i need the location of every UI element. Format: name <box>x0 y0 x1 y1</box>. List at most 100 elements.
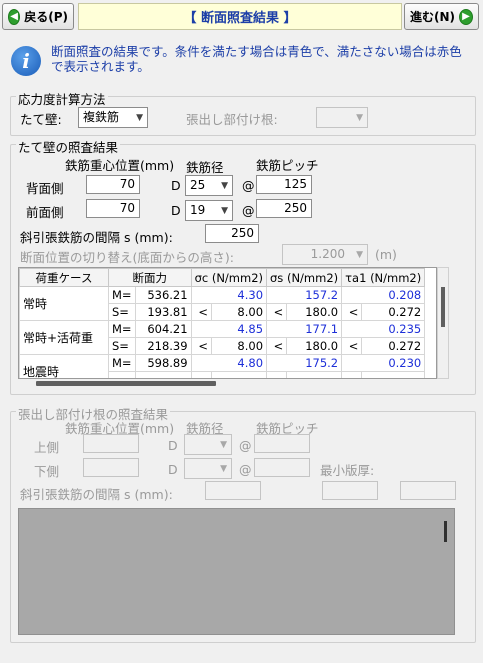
back-button[interactable]: ◀ 戻る(P) <box>2 3 74 30</box>
lower-at-sign: @ <box>239 462 252 477</box>
cantilever-stirrup-field[interactable] <box>205 481 261 500</box>
table-row[interactable]: 地震時 M= 598.89 4.80 175.2 0.230 <box>19 354 426 378</box>
sigma-c-compare-symbol: < <box>190 337 212 355</box>
page-title: 【 断面照査結果 】 <box>78 3 402 30</box>
tau-allowable-value: 0.272 <box>361 337 426 355</box>
moment-label: M= <box>108 286 136 304</box>
cantilever-method-select[interactable]: ▼ <box>316 107 368 128</box>
chevron-down-icon: ▼ <box>220 440 227 450</box>
sigma-c-compare-symbol <box>190 371 212 378</box>
moment-label: M= <box>108 320 136 338</box>
cantilever-table-scroll-thumb[interactable] <box>444 521 447 542</box>
stirrup-spacing-label: 斜引張鉄筋の間隔 s (mm): <box>20 230 173 245</box>
header-tau-a1: τa1 (N/mm2) <box>341 268 426 287</box>
min-thickness-extra-field[interactable] <box>400 481 456 500</box>
table-row[interactable]: 常時 M= 536.21 4.30 157.2 0.208 <box>19 286 426 321</box>
chevron-down-icon: ▼ <box>136 113 143 123</box>
section-height-value: 1.200 <box>310 247 345 261</box>
back-pitch-field[interactable]: 125 <box>256 175 312 194</box>
table-horizontal-scroll-thumb[interactable] <box>36 381 216 386</box>
cantilever-stirrup-label: 斜引張鉄筋の間隔 s (mm): <box>20 487 173 502</box>
chevron-down-icon: ▼ <box>221 206 228 216</box>
back-diameter-value: 25 <box>190 178 206 192</box>
col-diameter-header: 鉄筋径 <box>186 160 224 175</box>
back-d-prefix: D <box>171 178 181 193</box>
sigma-c-moment-value: 4.85 <box>190 320 268 338</box>
shear-label <box>108 371 136 378</box>
cantilever-results-table[interactable] <box>18 508 455 635</box>
section-height-unit: (m) <box>375 247 397 262</box>
table-row[interactable]: 常時+活荷重 M= 604.21 4.85 177.1 0.235 <box>19 320 426 355</box>
table-vertical-scroll-thumb[interactable] <box>441 287 445 327</box>
moment-value: 604.21 <box>134 320 192 338</box>
upper-position-field[interactable] <box>83 434 139 453</box>
min-thickness-label: 最小版厚: <box>320 463 375 478</box>
sigma-c-moment-value: 4.80 <box>190 354 268 372</box>
chevron-down-icon: ▼ <box>221 181 228 191</box>
sigma-s-allowable-value <box>286 371 343 378</box>
sigma-c-allowable-value: 8.00 <box>210 303 268 321</box>
tau-allowable-value <box>361 371 426 378</box>
load-case-cell: 地震時 <box>19 354 109 378</box>
sigma-c-moment-value: 4.30 <box>190 286 268 304</box>
shear-label: S= <box>108 337 136 355</box>
upper-d-prefix: D <box>168 438 178 453</box>
section-height-select[interactable]: 1.200 ▼ <box>282 244 368 265</box>
front-diameter-value: 19 <box>190 203 206 217</box>
back-diameter-select[interactable]: 25 ▼ <box>185 175 233 196</box>
tau-moment-value: 0.208 <box>341 286 426 304</box>
lower-d-prefix: D <box>168 462 178 477</box>
front-pitch-field[interactable]: 250 <box>256 199 312 218</box>
col-pitch-header: 鉄筋ピッチ <box>256 158 319 173</box>
moment-value: 598.89 <box>134 354 192 372</box>
tau-compare-symbol: < <box>341 337 363 355</box>
sigma-s-allowable-value: 180.0 <box>286 303 343 321</box>
table-header-row: 荷重ケース 断面力 σc (N/mm2) σs (N/mm2) τa1 (N/m… <box>19 268 426 287</box>
sigma-c-allowable-value: 8.00 <box>210 337 268 355</box>
stirrup-spacing-field[interactable]: 250 <box>205 224 259 243</box>
shear-value: 218.39 <box>134 337 192 355</box>
next-button[interactable]: 進む(N) ▶ <box>404 3 479 30</box>
sigma-s-allowable-value: 180.0 <box>286 337 343 355</box>
tau-allowable-value: 0.272 <box>361 303 426 321</box>
wall-method-select[interactable]: 複鉄筋 ▼ <box>78 107 148 128</box>
front-position-field[interactable]: 70 <box>86 199 140 218</box>
results-table[interactable]: 荷重ケース 断面力 σc (N/mm2) σs (N/mm2) τa1 (N/m… <box>18 267 437 379</box>
back-button-label: 戻る(P) <box>24 10 68 24</box>
back-side-label: 背面側 <box>26 181 64 196</box>
sigma-s-compare-symbol <box>266 371 288 378</box>
cantilever-method-label: 張出し部付け根: <box>186 112 278 127</box>
chevron-down-icon: ▼ <box>220 464 227 474</box>
sigma-s-moment-value: 175.2 <box>266 354 343 372</box>
header-sigma-c: σc (N/mm2) <box>190 268 268 287</box>
header-sigma-s: σs (N/mm2) <box>266 268 343 287</box>
lower-pitch-field[interactable] <box>254 458 310 477</box>
min-thickness-field[interactable] <box>322 481 378 500</box>
back-position-field[interactable]: 70 <box>86 175 140 194</box>
front-diameter-select[interactable]: 19 ▼ <box>185 200 233 221</box>
sigma-s-compare-symbol: < <box>266 303 288 321</box>
top-toolbar: ◀ 戻る(P) 【 断面照査結果 】 進む(N) ▶ <box>0 0 483 34</box>
wall-method-value: 複鉄筋 <box>83 110 120 124</box>
upper-at-sign: @ <box>239 438 252 453</box>
section-switch-label: 断面位置の切り替え(底面からの高さ): <box>20 250 234 265</box>
front-d-prefix: D <box>171 203 181 218</box>
shear-value <box>134 371 192 378</box>
upper-pitch-field[interactable] <box>254 434 310 453</box>
arrow-right-icon: ▶ <box>459 8 473 25</box>
sigma-c-allowable-value <box>210 371 268 378</box>
tau-compare-symbol: < <box>341 303 363 321</box>
header-load-case: 荷重ケース <box>19 268 109 287</box>
lower-diameter-select[interactable]: ▼ <box>184 458 232 479</box>
sigma-s-compare-symbol: < <box>266 337 288 355</box>
info-message: 断面照査の結果です。条件を満たす場合は青色で、満たさない場合は赤色で表示されます… <box>51 44 462 74</box>
front-side-label: 前面側 <box>26 205 64 220</box>
tau-compare-symbol <box>341 371 363 378</box>
upper-diameter-select[interactable]: ▼ <box>184 434 232 455</box>
shear-value: 193.81 <box>134 303 192 321</box>
stress-method-title: 応力度計算方法 <box>16 89 108 108</box>
next-button-label: 進む(N) <box>410 10 456 24</box>
lower-position-field[interactable] <box>83 458 139 477</box>
info-icon: i <box>11 46 41 76</box>
chevron-down-icon: ▼ <box>356 250 363 260</box>
